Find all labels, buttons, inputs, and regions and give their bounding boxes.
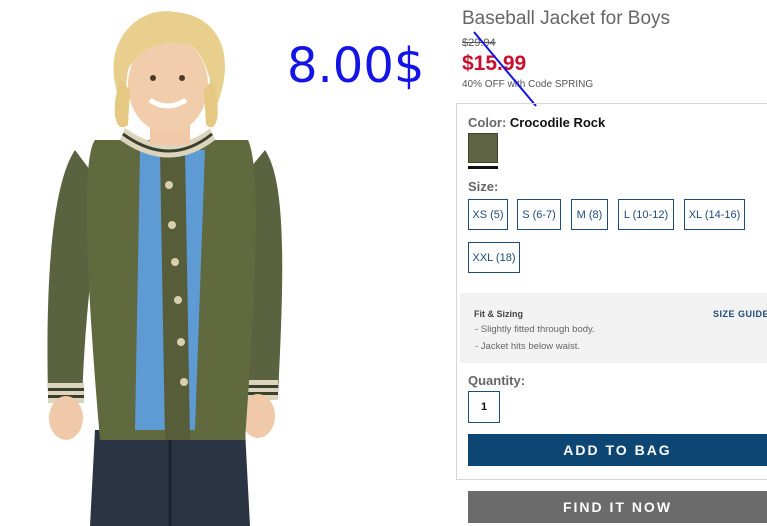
promo-text: 40% OFF with Code SPRING (462, 79, 594, 90)
purchase-panel (456, 103, 767, 480)
color-value: Crocodile Rock (509, 115, 606, 130)
swatch-selected-indicator (468, 166, 498, 169)
fit-sizing-title: Fit & Sizing (474, 309, 523, 319)
quantity-select[interactable]: 1 (468, 391, 500, 423)
size-option-xs[interactable]: XS (5) (468, 199, 508, 230)
overlay-price-annotation: 8.00$ (287, 38, 425, 94)
size-option-xl[interactable]: XL (14-16) (684, 199, 745, 230)
fit-detail-line: - Slightly fitted through body. (475, 324, 595, 335)
size-guide-link[interactable]: SIZE GUIDE (713, 309, 767, 319)
fit-detail-line: - Jacket hits below waist. (475, 341, 581, 352)
find-it-now-button[interactable]: FIND IT NOW (468, 491, 767, 523)
add-to-bag-button[interactable]: ADD TO BAG (468, 434, 767, 466)
color-label: Color: Crocodile Rock (468, 115, 605, 130)
size-option-s[interactable]: S (6-7) (517, 199, 561, 230)
sale-price: $15.99 (462, 52, 527, 75)
color-swatch-crocodile-rock[interactable] (468, 133, 498, 163)
size-option-l[interactable]: L (10-12) (618, 199, 674, 230)
product-title: Baseball Jacket for Boys (462, 8, 671, 29)
original-price: $29.94 (462, 37, 496, 49)
size-label: Size: (468, 179, 499, 194)
color-label-text: Color: (468, 115, 507, 130)
size-option-xxl[interactable]: XXL (18) (468, 242, 520, 273)
size-option-m[interactable]: M (8) (571, 199, 608, 230)
quantity-label: Quantity: (468, 373, 526, 388)
